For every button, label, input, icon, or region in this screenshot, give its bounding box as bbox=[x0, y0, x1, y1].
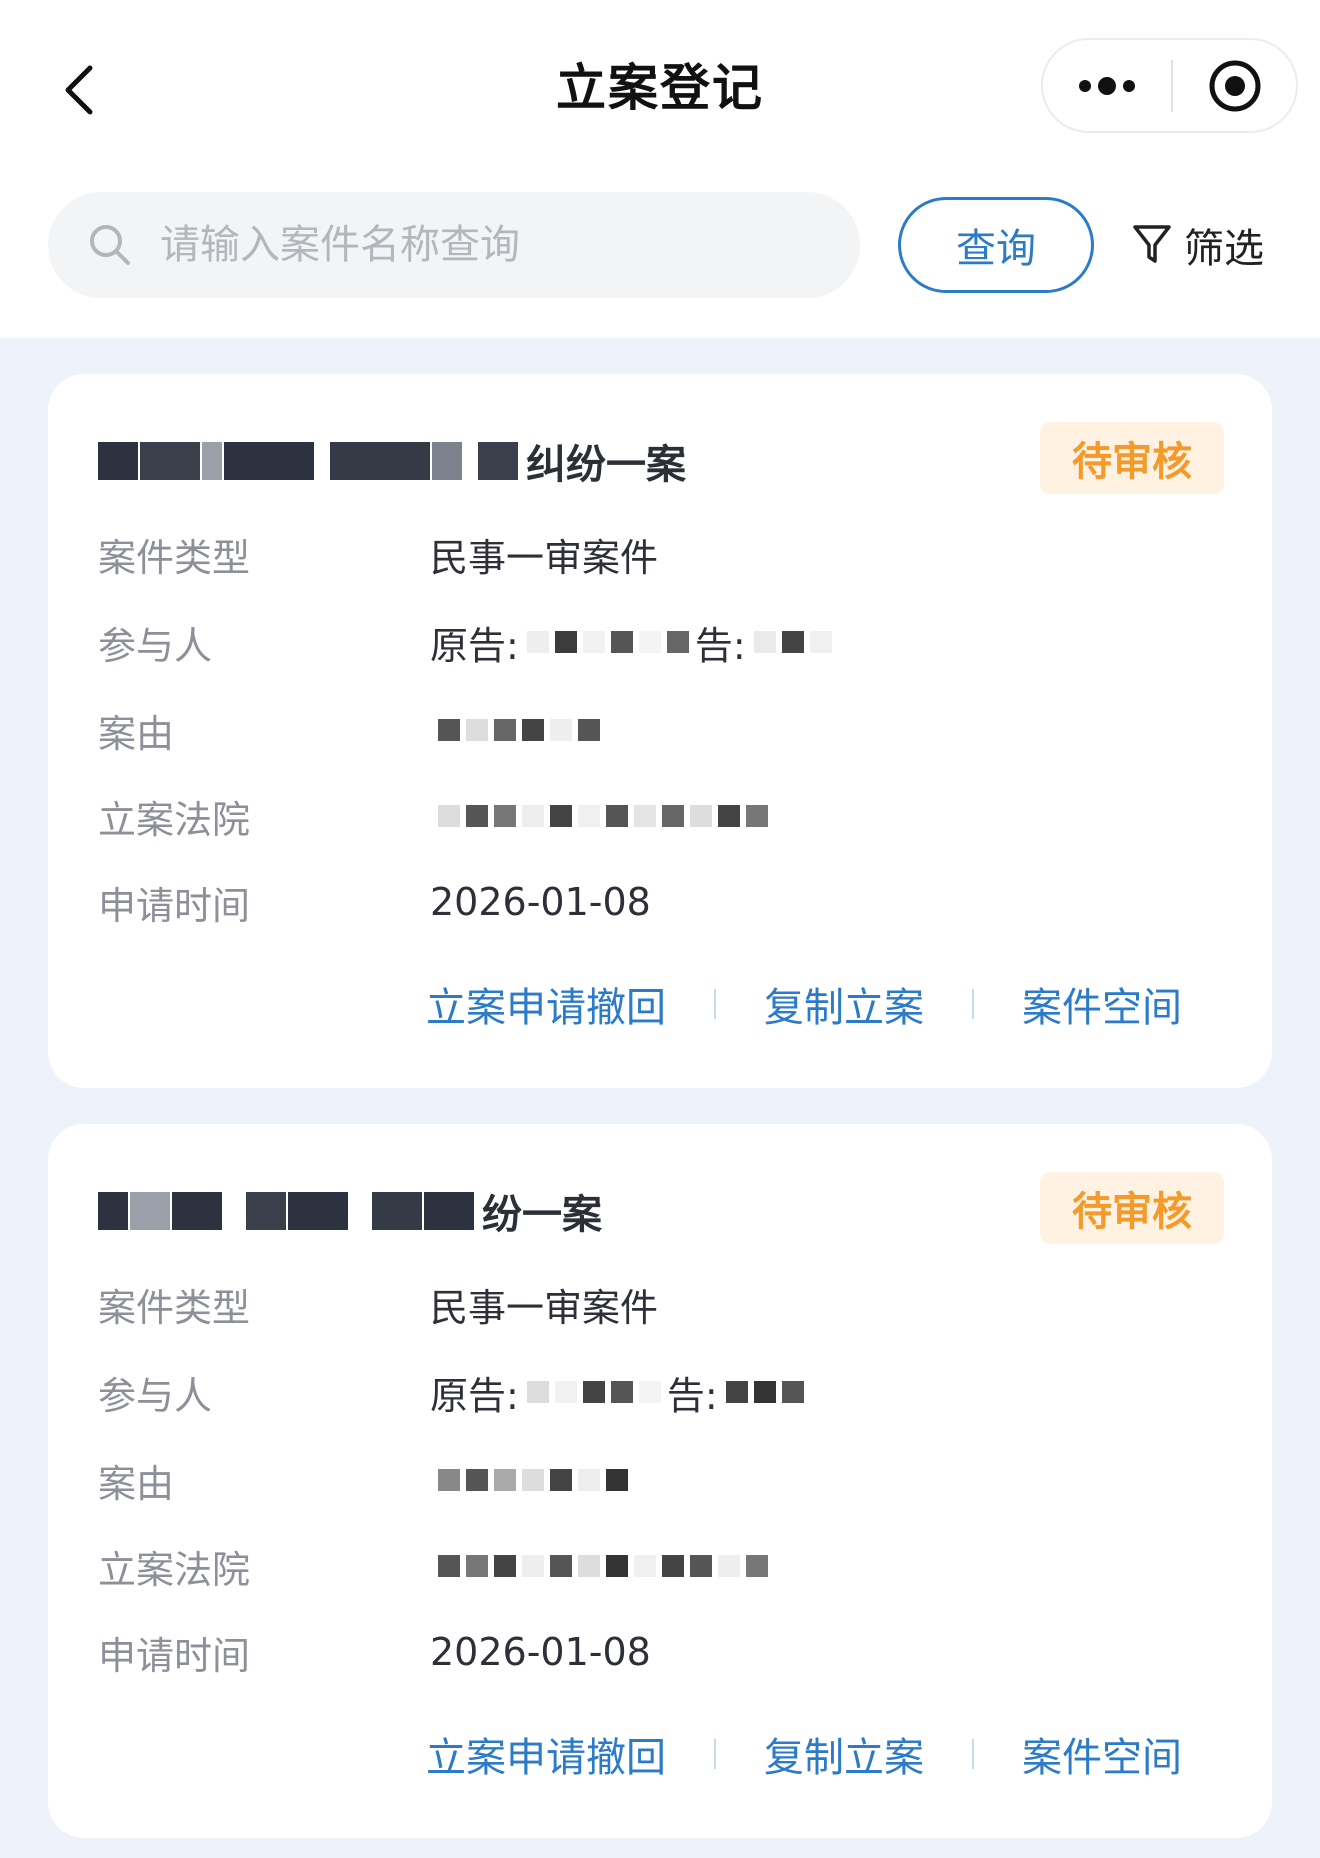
more-dots-icon bbox=[1079, 76, 1135, 95]
copy-filing-link[interactable]: 复制立案 bbox=[764, 1725, 924, 1783]
apply-time-row: 申请时间 2026-01-08 bbox=[98, 872, 651, 932]
court-label: 立案法院 bbox=[98, 797, 251, 842]
apply-time-label: 申请时间 bbox=[98, 883, 251, 928]
plaintiff-prefix: 原告: bbox=[430, 623, 519, 668]
more-button[interactable] bbox=[1043, 40, 1171, 131]
participants-value: 原告: 告: bbox=[430, 615, 838, 670]
cause-value bbox=[430, 1469, 634, 1491]
case-type-value: 民事一审案件 bbox=[430, 1285, 659, 1330]
defendant-prefix: 告: bbox=[694, 623, 746, 668]
target-circle-icon bbox=[1209, 60, 1260, 111]
cause-label: 案由 bbox=[98, 1461, 175, 1506]
filter-label: 筛选 bbox=[1184, 226, 1264, 272]
filter-button[interactable]: 筛选 bbox=[1132, 210, 1312, 280]
redacted-defendant bbox=[725, 1381, 810, 1403]
page-title: 立案登记 bbox=[556, 59, 764, 117]
case-title-suffix: 纠纷一案 bbox=[526, 442, 686, 488]
cause-row: 案由 bbox=[98, 1450, 634, 1510]
case-type-value: 民事一审案件 bbox=[430, 535, 659, 580]
court-row: 立案法院 bbox=[98, 1536, 774, 1596]
participants-row: 参与人 原告: 告: bbox=[98, 1362, 810, 1422]
withdraw-filing-link[interactable]: 立案申请撤回 bbox=[426, 975, 666, 1033]
action-divider bbox=[714, 1739, 716, 1769]
action-divider bbox=[972, 989, 974, 1019]
participants-label: 参与人 bbox=[98, 1373, 213, 1418]
search-input[interactable] bbox=[160, 222, 820, 268]
apply-time-label: 申请时间 bbox=[98, 1633, 251, 1678]
case-card[interactable]: 纷一案 待审核 案件类型 民事一审案件 参与人 原告: 告: 案由 立案法院 申… bbox=[48, 1124, 1272, 1838]
redacted-title bbox=[98, 1192, 476, 1230]
action-divider bbox=[972, 1739, 974, 1769]
redacted-participants bbox=[526, 1381, 667, 1403]
case-type-label: 案件类型 bbox=[98, 535, 251, 580]
search-icon bbox=[90, 225, 130, 265]
participants-row: 参与人 原告: 告: bbox=[98, 612, 838, 672]
redacted-cause bbox=[438, 1469, 634, 1491]
funnel-icon bbox=[1133, 225, 1171, 263]
court-value bbox=[430, 805, 774, 827]
redacted-court bbox=[438, 805, 774, 827]
court-label: 立案法院 bbox=[98, 1547, 251, 1592]
case-title: 纷一案 bbox=[98, 1176, 602, 1246]
case-space-link[interactable]: 案件空间 bbox=[1022, 1725, 1182, 1783]
redacted-title bbox=[98, 442, 520, 480]
redacted-defendant bbox=[753, 631, 838, 653]
apply-time-row: 申请时间 2026-01-08 bbox=[98, 1622, 651, 1682]
apply-time-value: 2026-01-08 bbox=[430, 1630, 651, 1674]
case-type-row: 案件类型 民事一审案件 bbox=[98, 524, 658, 584]
redacted-court bbox=[438, 1555, 774, 1577]
cause-label: 案由 bbox=[98, 711, 175, 756]
plaintiff-prefix: 原告: bbox=[430, 1373, 519, 1418]
chevron-left-icon bbox=[65, 65, 93, 115]
defendant-prefix: 告: bbox=[666, 1373, 718, 1418]
redacted-cause bbox=[438, 719, 606, 741]
status-badge: 待审核 bbox=[1040, 422, 1224, 494]
participants-value: 原告: 告: bbox=[430, 1365, 810, 1420]
withdraw-filing-link[interactable]: 立案申请撤回 bbox=[426, 1725, 666, 1783]
mini-program-capsule bbox=[1041, 38, 1298, 133]
case-card[interactable]: 纠纷一案 待审核 案件类型 民事一审案件 参与人 原告: 告: 案由 立案法院 … bbox=[48, 374, 1272, 1088]
apply-time-value: 2026-01-08 bbox=[430, 880, 651, 924]
court-row: 立案法院 bbox=[98, 786, 774, 846]
case-actions: 立案申请撤回 复制立案 案件空间 bbox=[426, 1724, 1182, 1784]
court-value bbox=[430, 1555, 774, 1577]
cause-value bbox=[430, 719, 606, 741]
action-divider bbox=[714, 989, 716, 1019]
redacted-participants bbox=[526, 631, 695, 653]
status-badge: 待审核 bbox=[1040, 1172, 1224, 1244]
participants-label: 参与人 bbox=[98, 623, 213, 668]
search-box bbox=[48, 192, 860, 298]
case-title: 纠纷一案 bbox=[98, 426, 686, 496]
cause-row: 案由 bbox=[98, 700, 606, 760]
copy-filing-link[interactable]: 复制立案 bbox=[764, 975, 924, 1033]
case-type-label: 案件类型 bbox=[98, 1285, 251, 1330]
case-title-suffix: 纷一案 bbox=[482, 1192, 602, 1238]
query-button[interactable]: 查询 bbox=[898, 197, 1094, 293]
close-button[interactable] bbox=[1173, 40, 1296, 131]
back-button[interactable] bbox=[40, 50, 120, 130]
case-type-row: 案件类型 民事一审案件 bbox=[98, 1274, 658, 1334]
case-space-link[interactable]: 案件空间 bbox=[1022, 975, 1182, 1033]
case-actions: 立案申请撤回 复制立案 案件空间 bbox=[426, 974, 1182, 1034]
